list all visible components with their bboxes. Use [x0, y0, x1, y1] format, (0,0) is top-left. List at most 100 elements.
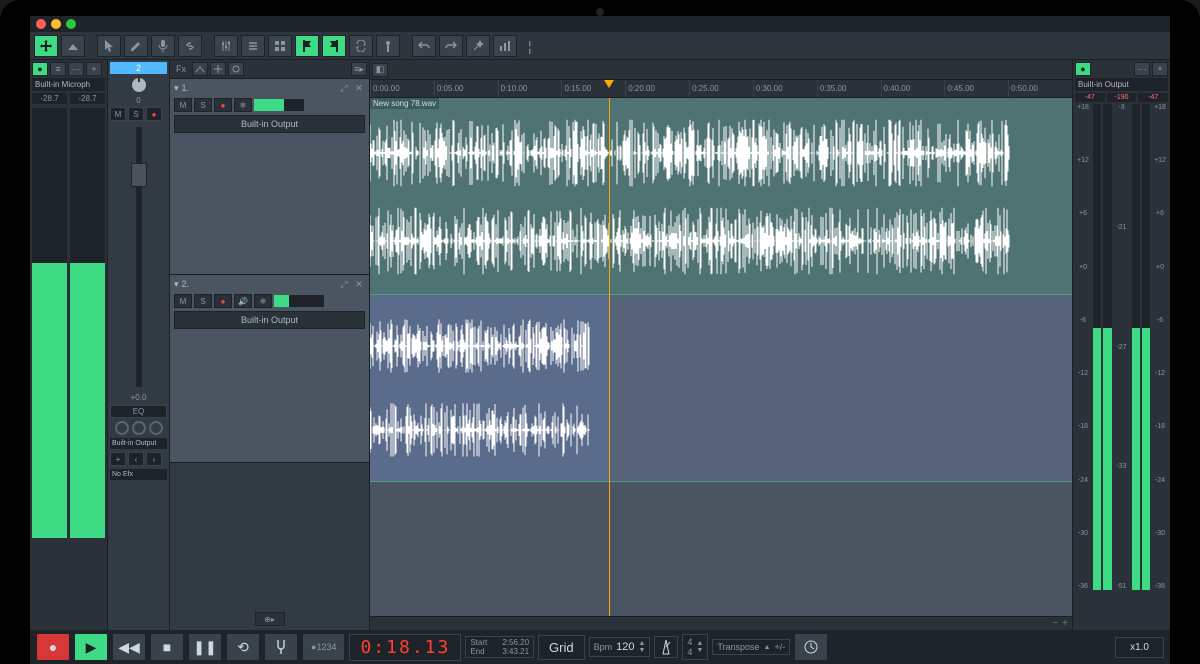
undo-button[interactable]: [412, 35, 436, 57]
tuning-fork-button[interactable]: [264, 633, 298, 661]
channel-output-label[interactable]: Built-in Output: [110, 438, 167, 449]
collapse-icon[interactable]: ▾: [174, 279, 179, 290]
metronome-button[interactable]: [654, 636, 678, 658]
input-device-label[interactable]: Built-in Microph: [32, 78, 105, 91]
play-button[interactable]: ▶: [74, 633, 108, 661]
track-2-solo-button[interactable]: S: [194, 294, 212, 308]
output-add-button[interactable]: +: [110, 452, 126, 466]
output-prev-button[interactable]: ‹: [128, 452, 144, 466]
close-icon[interactable]: [36, 19, 46, 29]
stop-button[interactable]: ■: [150, 633, 184, 661]
channel-solo-button[interactable]: S: [128, 107, 144, 121]
eq-high-knob[interactable]: [149, 421, 163, 435]
output-device-label[interactable]: Built-in Output: [1075, 78, 1168, 91]
zoom-tool-button[interactable]: [61, 35, 85, 57]
fx-label[interactable]: Fx: [172, 64, 190, 74]
time-display[interactable]: 0:18.13: [349, 634, 461, 661]
volume-fader[interactable]: [136, 127, 142, 387]
clip-name-label: New song 78.wav: [370, 98, 439, 109]
bpm-control[interactable]: Bpm120 ▲▼: [589, 637, 651, 657]
tl-snap-button[interactable]: ◧: [372, 63, 388, 77]
channel-mute-button[interactable]: M: [110, 107, 126, 121]
timesig-stepper[interactable]: ▲▼: [696, 640, 703, 654]
output-add-button[interactable]: +: [1152, 62, 1168, 76]
input-menu-button[interactable]: ≡: [50, 62, 66, 76]
th-menu-button[interactable]: ≡▸: [351, 62, 367, 76]
list-button[interactable]: [241, 35, 265, 57]
track-2-lane[interactable]: [370, 294, 1072, 482]
clock-button[interactable]: [794, 633, 828, 661]
fx-slot-label[interactable]: No Efx: [110, 469, 167, 480]
eq-low-knob[interactable]: [115, 421, 129, 435]
zoom-in-icon[interactable]: +: [1062, 618, 1068, 629]
track-close-icon[interactable]: ✕: [353, 278, 365, 290]
track-1-solo-button[interactable]: S: [194, 98, 212, 112]
pointer-tool-button[interactable]: [97, 35, 121, 57]
track-expand-icon[interactable]: ⤢: [338, 278, 350, 290]
loop-toggle-button[interactable]: ⟲: [226, 633, 260, 661]
track-2-output[interactable]: Built-in Output: [174, 311, 365, 329]
record-button[interactable]: ●: [36, 633, 70, 661]
input-opts-button[interactable]: ⋯: [68, 62, 84, 76]
track-2-mute-button[interactable]: M: [174, 294, 192, 308]
track-1-rec-button[interactable]: ●: [214, 98, 232, 112]
mixer-button[interactable]: [214, 35, 238, 57]
channel-number[interactable]: 2: [110, 62, 167, 74]
range-display[interactable]: Start2:56.20 End3:43.21: [465, 636, 534, 658]
th-tool-1[interactable]: [192, 62, 208, 76]
timeline-area[interactable]: ◧ 0:00.00 0:05.00 0:10.00 0:15.00 0:20.0…: [370, 60, 1072, 630]
add-track-button[interactable]: ⊕▸: [255, 612, 285, 626]
track-1-lane[interactable]: New song 78.wav: [370, 98, 1072, 294]
channel-rec-button[interactable]: ●: [146, 107, 162, 121]
track-2-monitor-button[interactable]: 🔊: [234, 294, 252, 308]
link-tool-button[interactable]: [178, 35, 202, 57]
flag-button[interactable]: [376, 35, 400, 57]
th-tool-2[interactable]: [210, 62, 226, 76]
track-1-mute-button[interactable]: M: [174, 98, 192, 112]
th-tool-3[interactable]: [228, 62, 244, 76]
pan-knob[interactable]: [132, 78, 146, 92]
collapse-icon[interactable]: ▾: [174, 83, 179, 94]
minimize-icon[interactable]: [51, 19, 61, 29]
speed-display[interactable]: x1.0: [1115, 637, 1164, 658]
counter-mode-button[interactable]: ● 1234: [302, 633, 345, 661]
playhead-line[interactable]: [609, 98, 610, 616]
marker-b-button[interactable]: [322, 35, 346, 57]
playhead-marker-icon[interactable]: [604, 80, 614, 90]
output-opts-button[interactable]: ⋯: [1134, 62, 1150, 76]
input-add-button[interactable]: +: [86, 62, 102, 76]
fader-thumb[interactable]: [131, 163, 147, 187]
eq-button[interactable]: EQ: [110, 405, 167, 418]
chart-button[interactable]: [493, 35, 517, 57]
pause-button[interactable]: ❚❚: [188, 633, 222, 661]
wand-button[interactable]: [466, 35, 490, 57]
output-next-button[interactable]: ›: [146, 452, 162, 466]
track-2-rec-button[interactable]: ●: [214, 294, 232, 308]
marker-a-button[interactable]: [295, 35, 319, 57]
zoom-out-icon[interactable]: −: [1052, 618, 1058, 629]
track-2-freeze-button[interactable]: ❄: [254, 294, 272, 308]
pencil-tool-button[interactable]: [124, 35, 148, 57]
track-2-clip[interactable]: [370, 294, 609, 482]
redo-button[interactable]: [439, 35, 463, 57]
track-2-header[interactable]: ▾ 2. ⤢ ✕ M S ● 🔊 ❄ Built-in Output: [170, 275, 369, 463]
bpm-stepper[interactable]: ▲▼: [638, 640, 645, 654]
output-enable-button[interactable]: ●: [1075, 62, 1091, 76]
zoom-icon[interactable]: [66, 19, 76, 29]
grid-button[interactable]: [268, 35, 292, 57]
move-tool-button[interactable]: [34, 35, 58, 57]
track-1-header[interactable]: ▾ 1. ⤢ ✕ M S ● ❄ Built-in Output: [170, 79, 369, 275]
rewind-button[interactable]: ◀◀: [112, 633, 146, 661]
input-enable-button[interactable]: ●: [32, 62, 48, 76]
track-expand-icon[interactable]: ⤢: [338, 82, 350, 94]
timesig-control[interactable]: 44 ▲▼: [682, 634, 708, 660]
eq-mid-knob[interactable]: [132, 421, 146, 435]
mic-tool-button[interactable]: [151, 35, 175, 57]
grid-mode-button[interactable]: Grid: [538, 635, 585, 660]
transpose-control[interactable]: Transpose ▲ +/-: [712, 639, 790, 655]
time-ruler[interactable]: 0:00.00 0:05.00 0:10.00 0:15.00 0:20.00 …: [370, 80, 1072, 98]
track-close-icon[interactable]: ✕: [353, 82, 365, 94]
track-1-freeze-button[interactable]: ❄: [234, 98, 252, 112]
loop-button[interactable]: [349, 35, 373, 57]
track-1-output[interactable]: Built-in Output: [174, 115, 365, 133]
